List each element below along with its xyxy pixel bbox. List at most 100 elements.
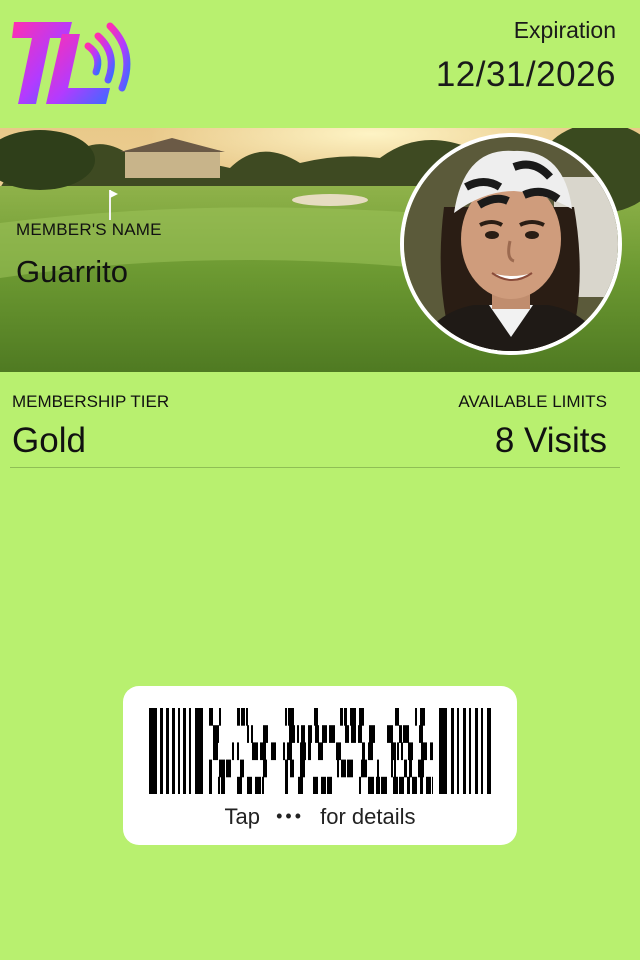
- barcode-module: [315, 725, 319, 743]
- barcode-module: [430, 742, 433, 761]
- barcode-module: [240, 759, 244, 778]
- barcode-module: [314, 708, 318, 726]
- membership-tier-value: Gold: [12, 421, 86, 460]
- barcode-module: [301, 725, 305, 743]
- barcode-module: [289, 725, 295, 743]
- barcode-module: [172, 708, 175, 794]
- barcode-module: [300, 742, 306, 761]
- barcode-module: [252, 742, 258, 761]
- barcode-module: [487, 708, 491, 794]
- barcode-module: [397, 742, 399, 761]
- barcode-module: [183, 708, 186, 794]
- barcode-module: [368, 776, 374, 794]
- barcode-module: [341, 759, 346, 778]
- barcode-module: [359, 708, 364, 726]
- barcode-module: [457, 708, 459, 794]
- barcode-module: [271, 742, 276, 761]
- barcode-module: [327, 776, 332, 794]
- barcode-module: [369, 725, 375, 743]
- barcode-module: [149, 708, 157, 794]
- barcode-module: [407, 776, 410, 794]
- barcode-module: [308, 742, 311, 761]
- barcode-module: [263, 725, 268, 743]
- barcode-module: [395, 708, 399, 726]
- barcode-module: [340, 708, 343, 726]
- barcode-module: [237, 776, 242, 794]
- barcode-module: [376, 776, 380, 794]
- barcode-module: [426, 776, 431, 794]
- barcode-module: [329, 725, 335, 743]
- expiration-label: Expiration: [513, 17, 616, 43]
- barcode-module: [166, 708, 169, 794]
- barcode-module: [475, 708, 478, 794]
- barcode-module: [350, 708, 356, 726]
- barcode-module: [321, 776, 326, 794]
- barcode-module: [399, 776, 404, 794]
- barcode-module: [318, 742, 323, 761]
- tap-for-details: Tap ••• for details: [123, 804, 517, 830]
- barcode-module: [221, 776, 225, 794]
- barcode-module: [298, 776, 303, 794]
- barcode-module: [308, 725, 312, 743]
- barcode-module: [409, 759, 412, 778]
- barcode-module: [362, 742, 365, 761]
- barcode-module: [219, 708, 221, 726]
- barcode-module: [381, 776, 387, 794]
- barcode-module: [412, 776, 417, 794]
- barcode-module: [255, 776, 261, 794]
- barcode-module: [322, 725, 327, 743]
- barcode-module: [285, 776, 288, 794]
- barcode-card[interactable]: Tap ••• for details: [123, 686, 517, 845]
- barcode-module: [260, 742, 266, 761]
- member-avatar: [400, 133, 622, 355]
- barcode-module: [359, 776, 361, 794]
- barcode-module: [218, 776, 220, 794]
- barcode-module: [209, 759, 212, 778]
- barcode-module: [451, 708, 454, 794]
- barcode-module: [290, 759, 294, 778]
- membership-tier-label: MEMBERSHIP TIER: [12, 392, 170, 411]
- barcode-module: [337, 759, 339, 778]
- barcode-module: [195, 708, 203, 794]
- barcode-module: [439, 708, 447, 794]
- barcode-module: [419, 725, 423, 743]
- barcode-module: [262, 776, 264, 794]
- tap-prefix: Tap: [224, 804, 260, 829]
- more-dots-icon[interactable]: •••: [276, 806, 304, 827]
- barcode-module: [387, 725, 393, 743]
- barcode-module: [247, 776, 252, 794]
- barcode-module: [287, 742, 292, 761]
- barcode-module: [232, 742, 234, 761]
- barcode-module: [421, 742, 427, 761]
- barcode-module: [368, 742, 373, 761]
- barcode-module: [285, 708, 287, 726]
- barcode-module: [391, 759, 393, 778]
- barcode-module: [361, 759, 367, 778]
- barcode-module: [391, 742, 396, 761]
- barcode-module: [408, 742, 413, 761]
- barcode-module: [336, 742, 341, 761]
- barcode-module: [415, 708, 417, 726]
- barcode-module: [263, 759, 267, 778]
- barcode-module: [347, 759, 353, 778]
- available-limits-value: 8 Visits: [494, 421, 607, 460]
- barcode-module: [344, 708, 347, 726]
- pdf417-barcode: [149, 708, 491, 794]
- barcode-module: [178, 708, 180, 794]
- barcode-module: [463, 708, 466, 794]
- expiration-date: 12/31/2026: [435, 55, 616, 94]
- barcode-module: [219, 759, 225, 778]
- barcode-module: [247, 725, 249, 743]
- barcode-module: [213, 742, 218, 761]
- barcode-module: [237, 742, 239, 761]
- barcode-module: [246, 708, 248, 726]
- barcode-module: [404, 759, 407, 778]
- divider: [10, 467, 620, 468]
- barcode-module: [300, 759, 305, 778]
- barcode-module: [251, 725, 253, 743]
- barcode-module: [393, 776, 398, 794]
- member-name-label: MEMBER'S NAME: [16, 220, 162, 239]
- barcode-module: [288, 708, 294, 726]
- barcode-module: [189, 708, 191, 794]
- barcode-module: [209, 776, 212, 794]
